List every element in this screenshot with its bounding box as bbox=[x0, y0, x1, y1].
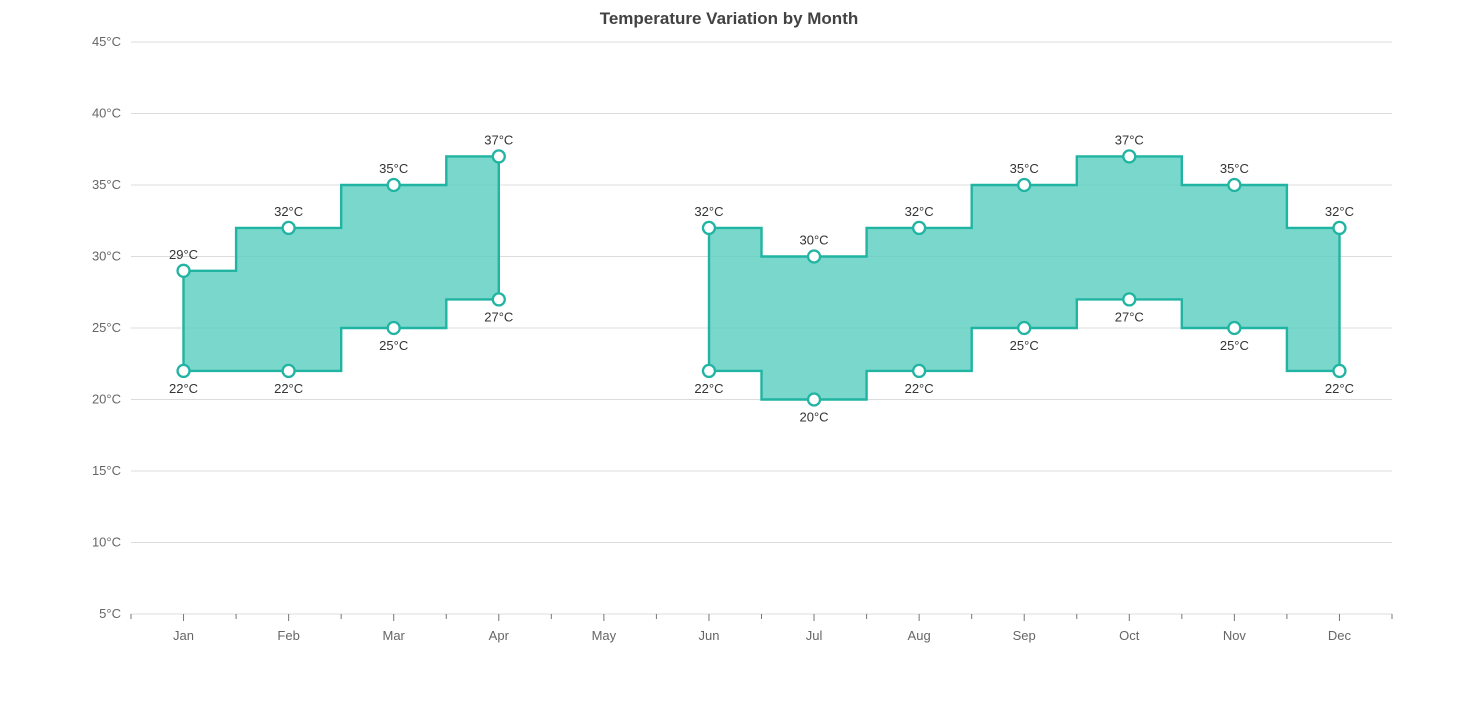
y-tick-label: 5°C bbox=[99, 606, 121, 621]
y-tick-label: 30°C bbox=[92, 249, 121, 264]
high-value-label: 29°C bbox=[169, 247, 198, 262]
low-value-label: 20°C bbox=[800, 410, 829, 425]
y-tick-label: 35°C bbox=[92, 177, 121, 192]
x-tick-label: Feb bbox=[277, 628, 299, 643]
x-tick-label: Sep bbox=[1013, 628, 1036, 643]
x-tick-label: Aug bbox=[908, 628, 931, 643]
low-value-label: 22°C bbox=[905, 381, 934, 396]
high-marker[interactable] bbox=[913, 222, 925, 234]
y-tick-label: 20°C bbox=[92, 392, 121, 407]
high-value-label: 35°C bbox=[1220, 161, 1249, 176]
high-marker[interactable] bbox=[283, 222, 295, 234]
high-marker[interactable] bbox=[1333, 222, 1345, 234]
high-marker[interactable] bbox=[703, 222, 715, 234]
high-marker[interactable] bbox=[1018, 179, 1030, 191]
low-value-label: 22°C bbox=[274, 381, 303, 396]
x-tick-label: Apr bbox=[489, 628, 510, 643]
low-value-label: 25°C bbox=[379, 338, 408, 353]
x-tick-label: Jul bbox=[806, 628, 823, 643]
low-value-label: 22°C bbox=[1325, 381, 1354, 396]
y-tick-label: 45°C bbox=[92, 34, 121, 49]
low-marker[interactable] bbox=[388, 322, 400, 334]
chart-title: Temperature Variation by Month bbox=[0, 9, 1458, 29]
low-marker[interactable] bbox=[1018, 322, 1030, 334]
low-value-label: 25°C bbox=[1010, 338, 1039, 353]
x-tick-label: Mar bbox=[383, 628, 406, 643]
low-marker[interactable] bbox=[1228, 322, 1240, 334]
low-value-label: 27°C bbox=[484, 309, 513, 324]
x-tick-label: Jun bbox=[698, 628, 719, 643]
high-value-label: 35°C bbox=[379, 161, 408, 176]
high-marker[interactable] bbox=[1123, 150, 1135, 162]
x-tick-label: Dec bbox=[1328, 628, 1352, 643]
low-marker[interactable] bbox=[913, 365, 925, 377]
high-value-label: 32°C bbox=[274, 204, 303, 219]
y-tick-label: 10°C bbox=[92, 535, 121, 550]
low-value-label: 22°C bbox=[169, 381, 198, 396]
high-marker[interactable] bbox=[493, 150, 505, 162]
x-tick-label: Nov bbox=[1223, 628, 1247, 643]
high-value-label: 37°C bbox=[1115, 132, 1144, 147]
y-tick-label: 40°C bbox=[92, 106, 121, 121]
high-value-label: 32°C bbox=[1325, 204, 1354, 219]
high-marker[interactable] bbox=[1228, 179, 1240, 191]
high-value-label: 30°C bbox=[800, 233, 829, 248]
low-marker[interactable] bbox=[808, 394, 820, 406]
temperature-range-chart: Temperature Variation by Month 5°C 10°C 15… bbox=[0, 0, 1458, 715]
high-value-label: 32°C bbox=[905, 204, 934, 219]
x-tick-label: May bbox=[592, 628, 617, 643]
high-marker[interactable] bbox=[388, 179, 400, 191]
x-tick-label: Jan bbox=[173, 628, 194, 643]
chart-canvas: 5°C 10°C 15°C 20°C 25°C 30°C 35°C 40°C 45°C Jan Fe… bbox=[0, 0, 1458, 715]
low-value-label: 27°C bbox=[1115, 309, 1144, 324]
low-marker[interactable] bbox=[1333, 365, 1345, 377]
range-area bbox=[709, 156, 1340, 399]
low-marker[interactable] bbox=[283, 365, 295, 377]
high-value-label: 37°C bbox=[484, 132, 513, 147]
x-tick-label: Oct bbox=[1119, 628, 1140, 643]
high-marker[interactable] bbox=[178, 265, 190, 277]
high-value-label: 35°C bbox=[1010, 161, 1039, 176]
low-marker[interactable] bbox=[178, 365, 190, 377]
low-marker[interactable] bbox=[703, 365, 715, 377]
y-tick-label: 25°C bbox=[92, 320, 121, 335]
low-value-label: 22°C bbox=[694, 381, 723, 396]
y-tick-label: 15°C bbox=[92, 463, 121, 478]
high-marker[interactable] bbox=[808, 251, 820, 263]
low-value-label: 25°C bbox=[1220, 338, 1249, 353]
low-marker[interactable] bbox=[1123, 293, 1135, 305]
low-marker[interactable] bbox=[493, 293, 505, 305]
high-value-label: 32°C bbox=[694, 204, 723, 219]
